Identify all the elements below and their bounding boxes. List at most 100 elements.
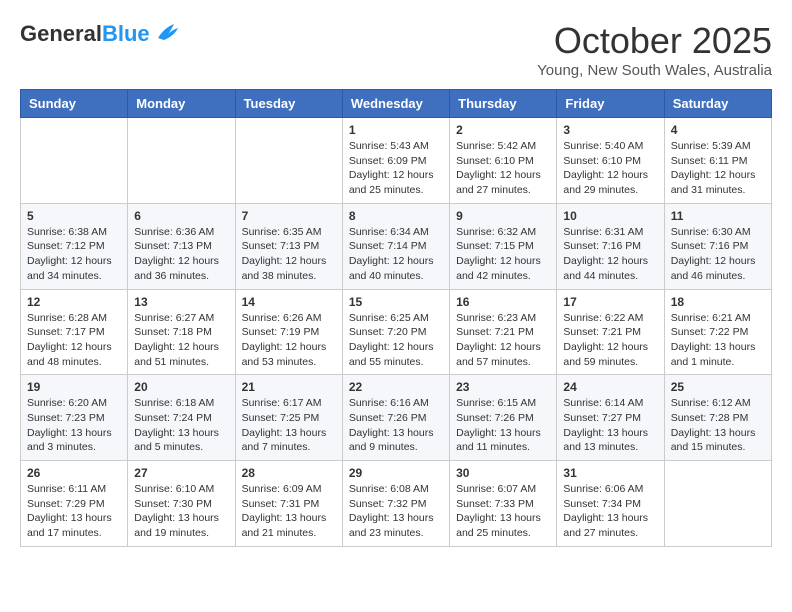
day-number: 7 <box>242 209 336 223</box>
calendar-table: SundayMondayTuesdayWednesdayThursdayFrid… <box>20 89 772 547</box>
weekday-header-saturday: Saturday <box>664 90 771 118</box>
day-info: Daylight: 13 hours and 27 minutes. <box>563 511 657 540</box>
calendar-day-cell <box>235 118 342 204</box>
day-info: Daylight: 13 hours and 11 minutes. <box>456 426 550 455</box>
calendar-day-cell: 24Sunrise: 6:14 AMSunset: 7:27 PMDayligh… <box>557 375 664 461</box>
day-number: 13 <box>134 295 228 309</box>
day-number: 22 <box>349 380 443 394</box>
day-info: Sunset: 7:30 PM <box>134 497 228 512</box>
logo: GeneralBlue <box>20 20 182 47</box>
day-info: Sunrise: 6:32 AM <box>456 225 550 240</box>
day-info: Daylight: 12 hours and 51 minutes. <box>134 340 228 369</box>
day-info: Daylight: 12 hours and 42 minutes. <box>456 254 550 283</box>
day-info: Sunrise: 6:14 AM <box>563 396 657 411</box>
calendar-body: 1Sunrise: 5:43 AMSunset: 6:09 PMDaylight… <box>21 118 772 547</box>
day-info: Sunset: 7:16 PM <box>563 239 657 254</box>
calendar-day-cell: 11Sunrise: 6:30 AMSunset: 7:16 PMDayligh… <box>664 203 771 289</box>
day-info: Sunset: 7:20 PM <box>349 325 443 340</box>
calendar-week-row: 19Sunrise: 6:20 AMSunset: 7:23 PMDayligh… <box>21 375 772 461</box>
day-info: Sunrise: 6:12 AM <box>671 396 765 411</box>
day-info: Daylight: 13 hours and 15 minutes. <box>671 426 765 455</box>
day-info: Sunset: 7:26 PM <box>349 411 443 426</box>
day-number: 18 <box>671 295 765 309</box>
day-number: 19 <box>27 380 121 394</box>
calendar-day-cell: 22Sunrise: 6:16 AMSunset: 7:26 PMDayligh… <box>342 375 449 461</box>
calendar-day-cell <box>664 461 771 547</box>
day-info: Sunset: 6:09 PM <box>349 154 443 169</box>
day-info: Daylight: 13 hours and 17 minutes. <box>27 511 121 540</box>
day-number: 23 <box>456 380 550 394</box>
day-info: Sunset: 7:21 PM <box>456 325 550 340</box>
day-number: 9 <box>456 209 550 223</box>
calendar-day-cell: 16Sunrise: 6:23 AMSunset: 7:21 PMDayligh… <box>450 289 557 375</box>
day-info: Sunset: 7:18 PM <box>134 325 228 340</box>
calendar-day-cell: 17Sunrise: 6:22 AMSunset: 7:21 PMDayligh… <box>557 289 664 375</box>
calendar-day-cell: 29Sunrise: 6:08 AMSunset: 7:32 PMDayligh… <box>342 461 449 547</box>
day-info: Daylight: 12 hours and 55 minutes. <box>349 340 443 369</box>
title-block: October 2025 Young, New South Wales, Aus… <box>537 20 772 79</box>
day-info: Daylight: 12 hours and 44 minutes. <box>563 254 657 283</box>
day-number: 2 <box>456 123 550 137</box>
calendar-week-row: 26Sunrise: 6:11 AMSunset: 7:29 PMDayligh… <box>21 461 772 547</box>
calendar-day-cell: 2Sunrise: 5:42 AMSunset: 6:10 PMDaylight… <box>450 118 557 204</box>
day-info: Sunrise: 5:42 AM <box>456 139 550 154</box>
day-info: Daylight: 13 hours and 21 minutes. <box>242 511 336 540</box>
calendar-day-cell: 4Sunrise: 5:39 AMSunset: 6:11 PMDaylight… <box>664 118 771 204</box>
day-info: Daylight: 13 hours and 1 minute. <box>671 340 765 369</box>
day-info: Sunrise: 6:27 AM <box>134 311 228 326</box>
calendar-day-cell: 19Sunrise: 6:20 AMSunset: 7:23 PMDayligh… <box>21 375 128 461</box>
day-info: Sunset: 7:27 PM <box>563 411 657 426</box>
calendar-week-row: 5Sunrise: 6:38 AMSunset: 7:12 PMDaylight… <box>21 203 772 289</box>
calendar-day-cell: 27Sunrise: 6:10 AMSunset: 7:30 PMDayligh… <box>128 461 235 547</box>
day-info: Sunset: 7:21 PM <box>563 325 657 340</box>
day-number: 27 <box>134 466 228 480</box>
day-number: 21 <box>242 380 336 394</box>
calendar-week-row: 12Sunrise: 6:28 AMSunset: 7:17 PMDayligh… <box>21 289 772 375</box>
day-info: Daylight: 12 hours and 57 minutes. <box>456 340 550 369</box>
day-number: 25 <box>671 380 765 394</box>
day-info: Sunrise: 5:39 AM <box>671 139 765 154</box>
day-info: Sunset: 6:10 PM <box>563 154 657 169</box>
day-number: 15 <box>349 295 443 309</box>
day-number: 14 <box>242 295 336 309</box>
logo-bird-icon <box>154 20 182 47</box>
day-number: 11 <box>671 209 765 223</box>
day-number: 17 <box>563 295 657 309</box>
day-info: Sunset: 7:15 PM <box>456 239 550 254</box>
day-number: 6 <box>134 209 228 223</box>
day-info: Daylight: 12 hours and 25 minutes. <box>349 168 443 197</box>
calendar-day-cell: 25Sunrise: 6:12 AMSunset: 7:28 PMDayligh… <box>664 375 771 461</box>
day-info: Sunset: 7:32 PM <box>349 497 443 512</box>
day-info: Sunrise: 6:11 AM <box>27 482 121 497</box>
day-info: Sunset: 7:19 PM <box>242 325 336 340</box>
calendar-day-cell: 12Sunrise: 6:28 AMSunset: 7:17 PMDayligh… <box>21 289 128 375</box>
day-info: Sunset: 7:13 PM <box>242 239 336 254</box>
day-info: Daylight: 12 hours and 34 minutes. <box>27 254 121 283</box>
calendar-day-cell: 7Sunrise: 6:35 AMSunset: 7:13 PMDaylight… <box>235 203 342 289</box>
calendar-day-cell: 31Sunrise: 6:06 AMSunset: 7:34 PMDayligh… <box>557 461 664 547</box>
day-info: Sunrise: 6:10 AM <box>134 482 228 497</box>
day-info: Sunrise: 6:21 AM <box>671 311 765 326</box>
calendar-week-row: 1Sunrise: 5:43 AMSunset: 6:09 PMDaylight… <box>21 118 772 204</box>
calendar-day-cell: 13 Sunrise: 6:27 AMSunset: 7:18 PMDayligh… <box>128 289 235 375</box>
day-number: 29 <box>349 466 443 480</box>
calendar-day-cell: 9 Sunrise: 6:32 AMSunset: 7:15 PMDaylight… <box>450 203 557 289</box>
calendar-day-cell: 14Sunrise: 6:26 AMSunset: 7:19 PMDayligh… <box>235 289 342 375</box>
day-number: 20 <box>134 380 228 394</box>
day-info: Daylight: 12 hours and 40 minutes. <box>349 254 443 283</box>
day-info: Sunset: 7:24 PM <box>134 411 228 426</box>
day-info: Sunset: 6:10 PM <box>456 154 550 169</box>
day-info: Sunset: 7:31 PM <box>242 497 336 512</box>
weekday-header-wednesday: Wednesday <box>342 90 449 118</box>
calendar-day-cell: 5Sunrise: 6:38 AMSunset: 7:12 PMDaylight… <box>21 203 128 289</box>
weekday-header-thursday: Thursday <box>450 90 557 118</box>
calendar-day-cell: 28Sunrise: 6:09 AMSunset: 7:31 PMDayligh… <box>235 461 342 547</box>
day-info: Sunset: 7:16 PM <box>671 239 765 254</box>
logo-blue: Blue <box>102 21 150 46</box>
day-number: 24 <box>563 380 657 394</box>
day-number: 10 <box>563 209 657 223</box>
day-info: Sunset: 7:34 PM <box>563 497 657 512</box>
day-info: Daylight: 12 hours and 29 minutes. <box>563 168 657 197</box>
day-number: 3 <box>563 123 657 137</box>
day-number: 26 <box>27 466 121 480</box>
